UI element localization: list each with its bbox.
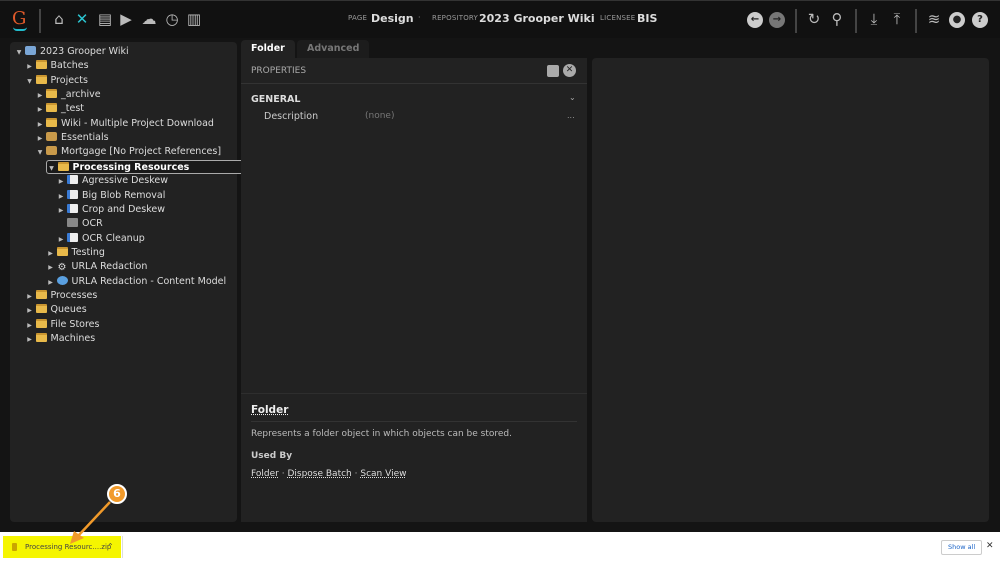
callout-arrow [70, 501, 111, 544]
arrow-line [77, 501, 111, 537]
step-callout-badge: 6 [107, 484, 127, 504]
